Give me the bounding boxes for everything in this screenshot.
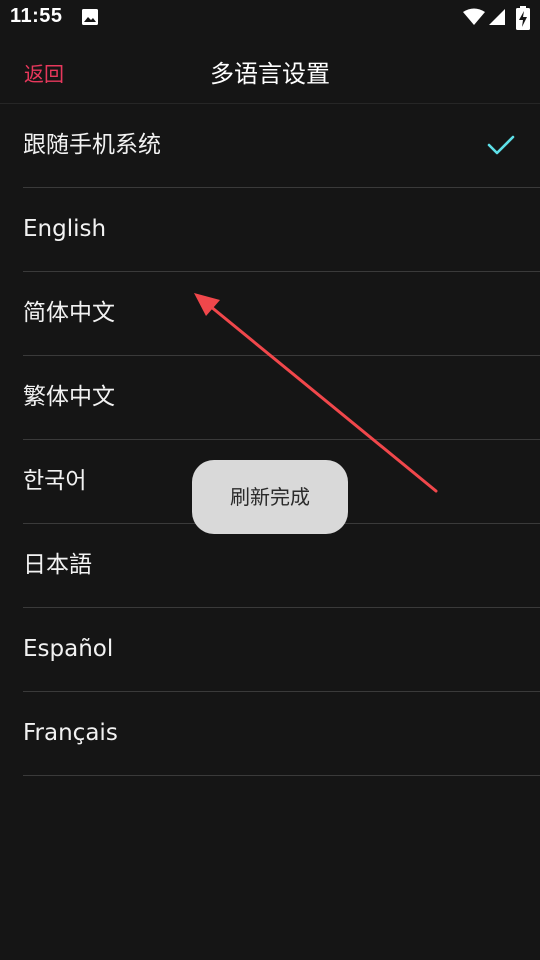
language-label: English [23, 216, 107, 242]
app-screen: 11:55 返回 多语言设置 跟随手机系统 English 简体中文 繁体中文 … [0, 0, 540, 960]
language-label: Español [23, 636, 114, 662]
language-label: 繁体中文 [23, 384, 115, 410]
language-label: 한국어 [23, 468, 87, 494]
title-bar: 返回 多语言设置 [0, 36, 540, 104]
toast-message: 刷新完成 [192, 460, 348, 534]
status-bar: 11:55 [0, 0, 540, 36]
language-item-simplified-chinese[interactable]: 简体中文 [23, 272, 540, 356]
language-item-follow-system[interactable]: 跟随手机系统 [23, 104, 540, 188]
page-title: 多语言设置 [210, 60, 330, 88]
language-label: 日本語 [23, 552, 92, 578]
language-label: 简体中文 [23, 300, 115, 326]
language-item-traditional-chinese[interactable]: 繁体中文 [23, 356, 540, 440]
wifi-icon [463, 8, 485, 25]
language-item-english[interactable]: English [23, 188, 540, 272]
status-time: 11:55 [10, 5, 63, 27]
battery-charging-icon [516, 6, 530, 30]
language-label: 跟随手机系统 [23, 132, 161, 158]
language-label: Français [23, 720, 118, 746]
check-icon [487, 135, 515, 155]
language-item-spanish[interactable]: Español [23, 608, 540, 692]
language-item-japanese[interactable]: 日本語 [23, 524, 540, 608]
signal-icon [489, 9, 505, 25]
language-item-french[interactable]: Français [23, 692, 540, 776]
language-list: 跟随手机系统 English 简体中文 繁体中文 한국어 日本語 Español… [0, 104, 540, 776]
image-icon [82, 9, 98, 25]
